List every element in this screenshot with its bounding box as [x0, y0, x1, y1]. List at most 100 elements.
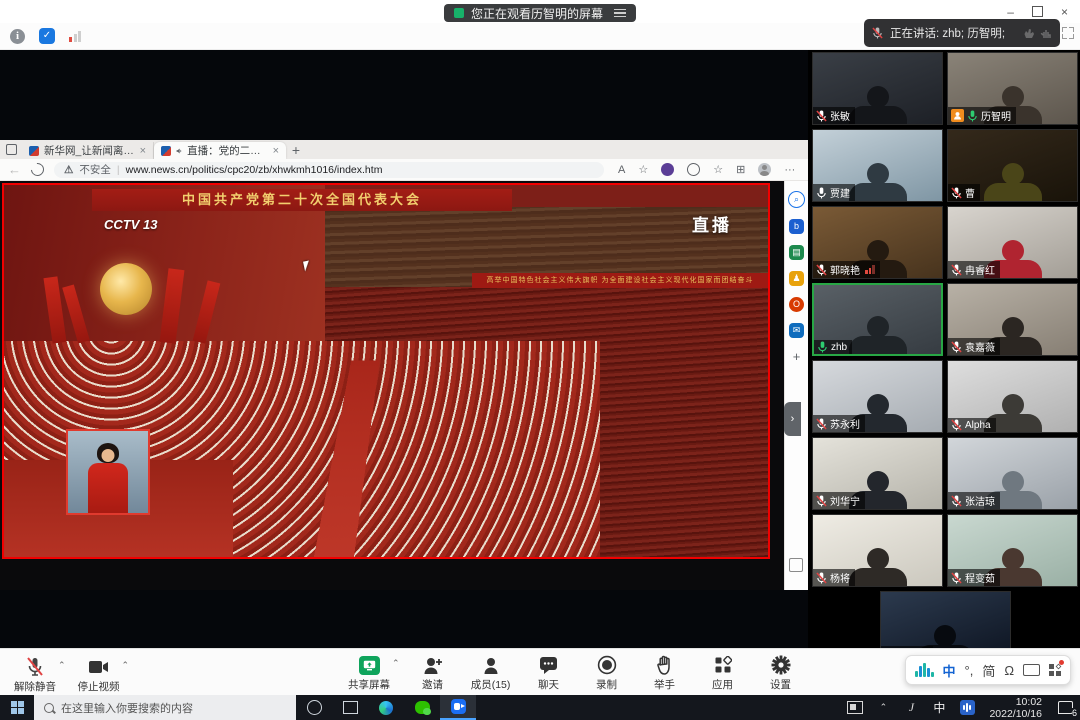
cortana-button[interactable]	[296, 695, 332, 720]
meeting-app-taskbar-icon[interactable]	[440, 695, 476, 720]
participant-tile[interactable]: 郭晓艳	[812, 206, 943, 279]
participant-tile[interactable]: Alpha	[947, 360, 1078, 433]
voice-input-tray-icon[interactable]	[953, 695, 981, 720]
meeting-info-icon[interactable]: i	[10, 29, 25, 44]
participant-tile[interactable]: 袁嘉薇	[947, 283, 1078, 356]
tab-audio-icon[interactable]	[176, 146, 182, 156]
browser-menu-icon[interactable]: ···	[784, 164, 795, 176]
edge-taskbar-icon[interactable]	[368, 695, 404, 720]
tab-live-stream[interactable]: 直播：党的二十大开幕会_新 ×	[154, 142, 286, 159]
participant-silhouette	[849, 316, 907, 356]
url-text: www.news.cn/politics/cpc20/zb/xhwkmh1016…	[126, 164, 383, 176]
unmute-button[interactable]: 解除静音	[6, 651, 64, 694]
close-button[interactable]: ×	[1061, 5, 1068, 19]
notification-center-button[interactable]: 6	[1050, 695, 1080, 720]
live-video-player[interactable]: 中国共产党第二十次全国代表大会 高举中国特色社会主义伟大旗帜 为全面建设社会主义…	[2, 183, 770, 559]
ime-lang-tray[interactable]: 中	[925, 695, 953, 720]
sidebar-settings-icon[interactable]	[789, 558, 803, 572]
sidebar-games-icon[interactable]: ♟	[789, 271, 804, 286]
raise-hand-shortcut-icon[interactable]	[1040, 27, 1052, 39]
tab-title: 新华网_让新闻离你更近	[44, 143, 135, 158]
ime-punct-toggle[interactable]: °,	[965, 663, 974, 678]
ime-voice-icon[interactable]	[915, 663, 934, 677]
invite-button[interactable]: 邀请	[404, 649, 462, 692]
ime-keyboard-icon[interactable]	[1023, 664, 1040, 676]
sidebar-outlook-icon[interactable]: ✉	[789, 323, 804, 338]
mic-muted-icon	[816, 418, 827, 430]
ime-menu-icon[interactable]	[1049, 664, 1061, 676]
back-icon[interactable]: ←	[8, 162, 21, 177]
chat-button[interactable]: 聊天	[520, 649, 578, 692]
wechat-taskbar-icon[interactable]	[404, 695, 440, 720]
participant-tile[interactable]: 张洁琼	[947, 437, 1078, 510]
record-button[interactable]: 录制	[578, 649, 636, 692]
sidebar-office-icon[interactable]: O	[789, 297, 804, 312]
ime-pen-tray-icon[interactable]: J	[897, 695, 925, 720]
applaud-icon[interactable]	[1023, 27, 1035, 39]
security-shield-icon[interactable]: ✓	[39, 28, 55, 44]
members-button[interactable]: 成员(15)	[462, 649, 520, 692]
ime-symbols-button[interactable]: Ω	[1004, 663, 1014, 678]
congress-banner-text: 中国共产党第二十次全国代表大会	[92, 189, 512, 211]
tab-close-icon[interactable]: ×	[273, 145, 279, 157]
url-field[interactable]: ⚠ 不安全 | www.news.cn/politics/cpc20/zb/xh…	[54, 162, 604, 178]
participant-tile[interactable]: 程变茹	[947, 514, 1078, 587]
raise-hand-button[interactable]: 举手	[636, 649, 694, 692]
notification-icon	[1058, 701, 1073, 714]
read-aloud-icon[interactable]: A	[618, 164, 625, 176]
participant-tile[interactable]: 杨将	[812, 514, 943, 587]
mic-icon	[817, 341, 828, 353]
extension-icon[interactable]	[661, 163, 674, 176]
participant-tile[interactable]: 苏永利	[812, 360, 943, 433]
mic-options-chevron[interactable]: ⌃	[58, 651, 66, 671]
fullscreen-brackets-icon[interactable]	[1062, 27, 1074, 39]
tab-actions-icon[interactable]	[0, 140, 22, 159]
participant-name: 郭晓艳	[830, 262, 860, 277]
new-tab-button[interactable]: +	[286, 142, 306, 159]
sidebar-collapse-handle[interactable]: ›	[784, 402, 801, 436]
participant-name-bar: Alpha	[948, 418, 996, 432]
participant-tile[interactable]: 贾建	[812, 129, 943, 202]
reload-icon[interactable]	[28, 160, 46, 178]
share-options-chevron[interactable]: ⌃	[392, 649, 400, 669]
participant-tile[interactable]: 张敏	[812, 52, 943, 125]
settings-button[interactable]: 设置	[752, 649, 810, 692]
favorites-icon[interactable]: ☆	[713, 163, 723, 176]
ime-simplified-toggle[interactable]: 简	[982, 661, 995, 680]
browser-address-bar: ← ⚠ 不安全 | www.news.cn/politics/cpc20/zb/…	[0, 159, 808, 181]
banner-menu-icon[interactable]	[614, 9, 626, 18]
participant-tile[interactable]: zhb	[812, 283, 943, 356]
sidebar-shopping-icon[interactable]: ▤	[789, 245, 804, 260]
sidebar-add-icon[interactable]: +	[793, 349, 801, 364]
tab-close-icon[interactable]: ×	[140, 145, 146, 157]
chat-icon	[539, 656, 558, 674]
collections-icon[interactable]: ⊞	[736, 163, 745, 176]
apps-button[interactable]: 应用	[694, 649, 752, 692]
ime-lang-toggle[interactable]: 中	[943, 661, 956, 680]
mic-muted-icon	[951, 495, 962, 507]
tab-xinhua[interactable]: 新华网_让新闻离你更近 ×	[22, 142, 154, 159]
taskbar-clock[interactable]: 10:02 2022/10/16	[981, 696, 1050, 720]
participant-tile[interactable]: 历智明	[947, 52, 1078, 125]
share-screen-button[interactable]: 共享屏幕	[340, 649, 398, 692]
sidebar-search-icon[interactable]: ⌕	[788, 191, 805, 208]
video-options-chevron[interactable]: ⌃	[122, 651, 130, 671]
favorite-add-icon[interactable]: ☆	[638, 163, 648, 176]
maximize-button[interactable]	[1032, 6, 1043, 17]
sidebar-discover-icon[interactable]: b	[789, 219, 804, 234]
stop-video-button[interactable]: 停止视频	[70, 651, 128, 694]
minimize-button[interactable]: –	[1007, 5, 1014, 19]
news-widget-icon[interactable]	[841, 695, 869, 720]
camera-icon	[88, 659, 110, 675]
notification-count: 6	[1072, 708, 1077, 718]
taskbar-search-input[interactable]: 在这里输入你要搜索的内容	[34, 695, 296, 720]
participant-tile[interactable]: 曹	[947, 129, 1078, 202]
sync-icon[interactable]	[685, 160, 703, 178]
start-button[interactable]	[0, 701, 34, 714]
participant-silhouette	[849, 548, 907, 587]
participant-tile[interactable]: 刘华宁	[812, 437, 943, 510]
participant-tile[interactable]: 冉睿红	[947, 206, 1078, 279]
task-view-button[interactable]	[332, 695, 368, 720]
profile-avatar-icon[interactable]	[758, 163, 771, 176]
hidden-icons-chevron[interactable]: ⌃	[869, 695, 897, 720]
